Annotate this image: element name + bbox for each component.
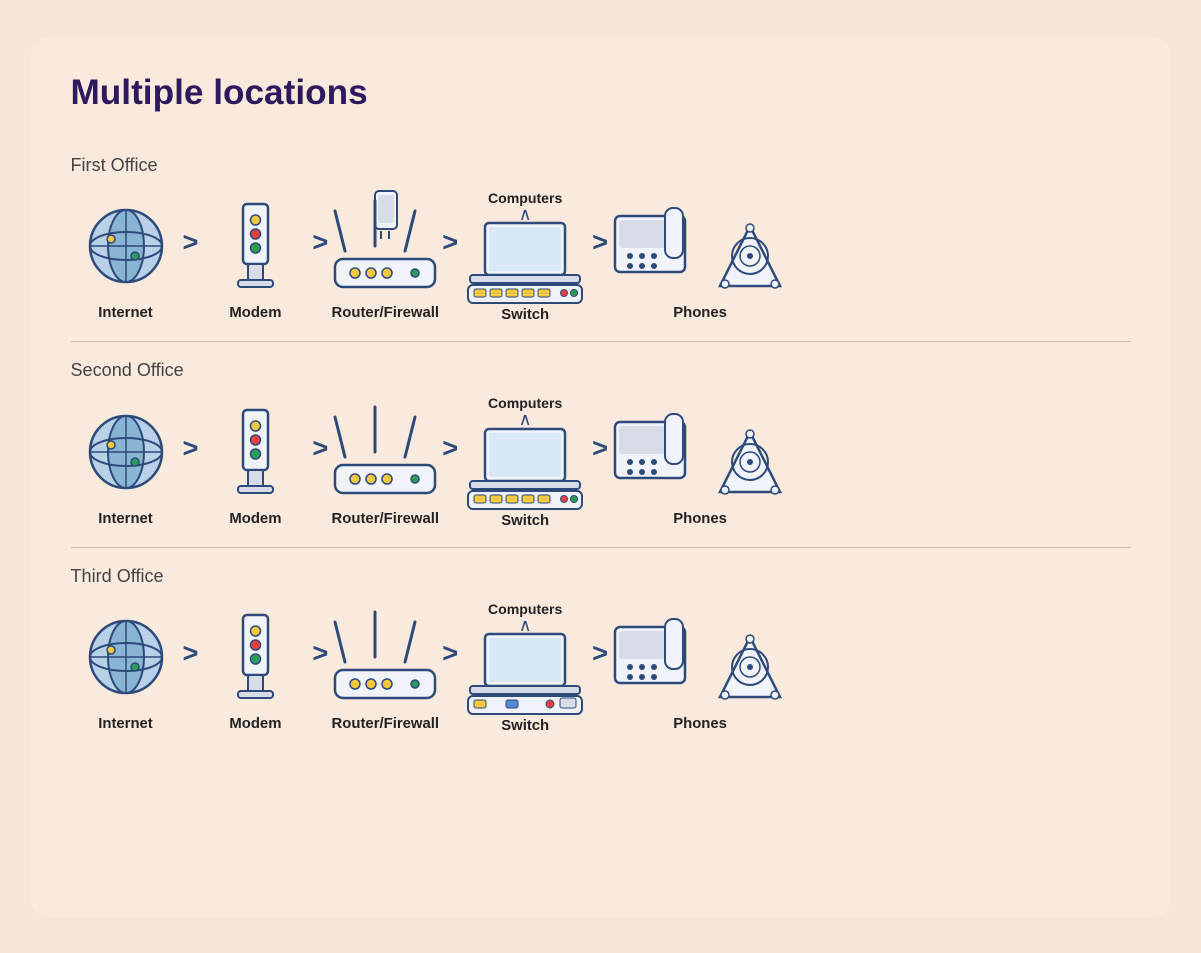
device-phones-2: Phones: [610, 397, 790, 527]
switch-label-2: Switch: [501, 513, 549, 529]
internet-icon-3: [76, 602, 176, 712]
router-label-3: Router/Firewall: [332, 716, 439, 732]
chevron-up-3: ∧: [519, 617, 532, 635]
office-label-first: First Office: [71, 155, 1131, 176]
device-router-2: Router/Firewall: [330, 397, 440, 527]
office-section-third: Third Office Internet >: [71, 547, 1131, 745]
chevron-up-2: ∧: [519, 411, 532, 429]
router-label-1: Router/Firewall: [332, 305, 439, 321]
arrow-2-4: >: [592, 432, 608, 492]
device-router-1: Router/Firewall: [330, 191, 440, 321]
phones-label-2: Phones: [673, 511, 727, 527]
switch-label-1: Switch: [501, 307, 549, 323]
arrow-2-1: >: [183, 432, 199, 492]
device-internet-2: Internet: [71, 397, 181, 527]
computers-switch-2: Computers ∧: [460, 395, 590, 529]
computers-switch-1: Computers ∧: [460, 190, 590, 324]
network-row-first: Internet > Modem >: [71, 190, 1131, 324]
phones-label-1: Phones: [673, 305, 727, 321]
modem-icon-1: [205, 191, 305, 301]
office-label-third: Third Office: [71, 566, 1131, 587]
device-internet-3: Internet: [71, 602, 181, 732]
phones-icon-2: [610, 397, 790, 507]
main-card: Multiple locations First Office: [31, 37, 1171, 917]
device-phones-1: Phones: [610, 191, 790, 321]
chevron-up-1: ∧: [519, 206, 532, 224]
device-modem-2: Modem: [200, 397, 310, 527]
device-internet-1: Internet: [71, 191, 181, 321]
network-row-third: Internet > Modem >: [71, 601, 1131, 735]
arrow-3-4: >: [592, 637, 608, 697]
modem-icon-3: [205, 602, 305, 712]
arrow-3-1: >: [183, 637, 199, 697]
internet-label-1: Internet: [98, 305, 153, 321]
arrow-1-1: >: [183, 226, 199, 286]
page-title: Multiple locations: [71, 73, 1131, 113]
arrow-3-3: >: [442, 637, 458, 697]
computers-switch-3: Computers ∧ Switch: [460, 601, 590, 735]
device-router-3: Router/Firewall: [330, 602, 440, 732]
router-icon-3: [335, 602, 435, 712]
router-icon-1: [335, 191, 435, 301]
office-label-second: Second Office: [71, 360, 1131, 381]
device-modem-1: Modem: [200, 191, 310, 321]
phones-icon-3: [610, 602, 790, 712]
arrow-2-3: >: [442, 432, 458, 492]
modem-label-2: Modem: [229, 511, 281, 527]
switch-label-3: Switch: [501, 718, 549, 734]
device-modem-3: Modem: [200, 602, 310, 732]
arrow-1-3: >: [442, 226, 458, 286]
arrow-1-4: >: [592, 226, 608, 286]
modem-icon-2: [205, 397, 305, 507]
switch-computer-icon-1: [460, 223, 590, 303]
internet-icon-2: [76, 397, 176, 507]
internet-icon-1: [76, 191, 176, 301]
network-row-second: Internet > Modem >: [71, 395, 1131, 529]
phones-label-3: Phones: [673, 716, 727, 732]
modem-label-1: Modem: [229, 305, 281, 321]
internet-label-3: Internet: [98, 716, 153, 732]
office-section-second: Second Office Internet >: [71, 341, 1131, 539]
router-label-2: Router/Firewall: [332, 511, 439, 527]
router-icon-2: [335, 397, 435, 507]
switch-computer-icon-3: [460, 634, 590, 714]
phones-icon-1: [610, 191, 790, 301]
office-section-first: First Office Internet: [71, 137, 1131, 334]
device-phones-3: Phones: [610, 602, 790, 732]
internet-label-2: Internet: [98, 511, 153, 527]
modem-label-3: Modem: [229, 716, 281, 732]
switch-computer-icon-2: [460, 429, 590, 509]
